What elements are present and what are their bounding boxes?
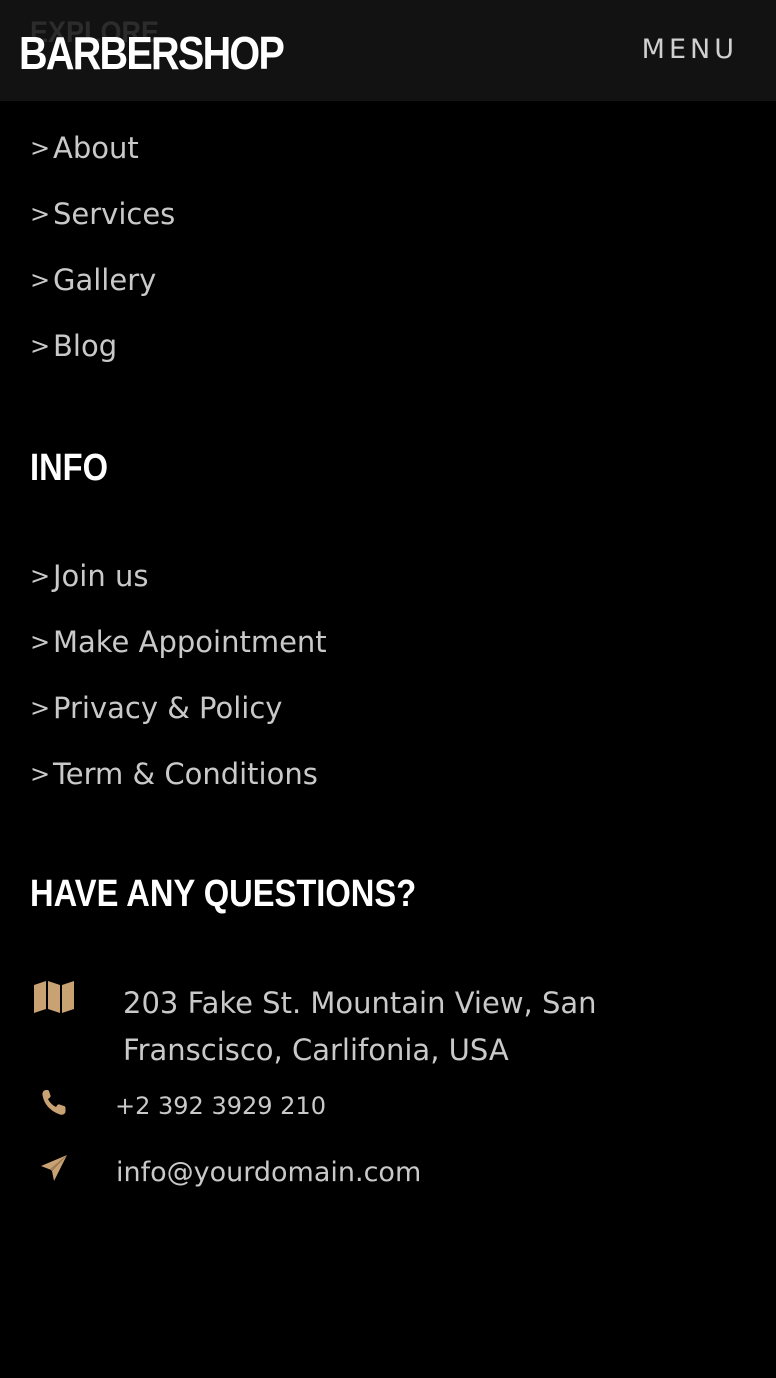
info-link-make-appointment[interactable]: > Make Appointment <box>30 624 327 660</box>
info-link-join-us[interactable]: > Join us <box>30 558 148 594</box>
link-label: Join us <box>53 559 149 593</box>
link-label: Blog <box>53 329 118 363</box>
contact-email[interactable]: info@yourdomain.com <box>116 1154 421 1192</box>
list-item: > Make Appointment <box>30 624 327 690</box>
explore-link-services[interactable]: > Services <box>30 196 175 232</box>
link-label: Make Appointment <box>53 625 327 659</box>
link-label: Privacy & Policy <box>53 691 283 725</box>
link-label: About <box>53 131 139 165</box>
explore-link-blog[interactable]: > Blog <box>30 328 117 364</box>
menu-button[interactable]: MENU <box>642 32 738 68</box>
site-header: EXPLORE BARBERSHOP MENU <box>0 0 776 101</box>
list-item: > Privacy & Policy <box>30 690 327 756</box>
contact-phone[interactable]: +2 392 3929 210 <box>115 1088 326 1124</box>
link-label: Term & Conditions <box>53 757 318 791</box>
list-item: > Services <box>30 196 175 262</box>
contact-address: 203 Fake St. Mountain View, San Franscis… <box>123 986 597 1067</box>
list-item: > About <box>30 130 175 196</box>
contact-address-row: 203 Fake St. Mountain View, San Franscis… <box>30 980 643 1074</box>
map-icon <box>30 980 78 1014</box>
info-link-terms-conditions[interactable]: > Term & Conditions <box>30 756 318 792</box>
chevron-right-icon: > <box>30 562 51 590</box>
link-label: Gallery <box>53 263 157 297</box>
chevron-right-icon: > <box>30 628 51 656</box>
list-item: > Join us <box>30 558 327 624</box>
info-link-list: > Join us > Make Appointment > Privacy &… <box>30 558 327 822</box>
info-link-privacy-policy[interactable]: > Privacy & Policy <box>30 690 282 726</box>
contact-email-row: info@yourdomain.com <box>30 1154 421 1192</box>
info-heading: INFO <box>30 447 109 489</box>
chevron-right-icon: > <box>30 134 51 162</box>
link-label: Services <box>53 197 176 231</box>
contact-phone-row: +2 392 3929 210 <box>30 1088 326 1124</box>
list-item: > Blog <box>30 328 175 394</box>
chevron-right-icon: > <box>30 694 51 722</box>
brand-logo[interactable]: BARBERSHOP <box>19 28 285 78</box>
explore-link-about[interactable]: > About <box>30 130 139 166</box>
questions-heading: HAVE ANY QUESTIONS? <box>30 873 417 915</box>
chevron-right-icon: > <box>30 266 51 294</box>
chevron-right-icon: > <box>30 760 51 788</box>
phone-icon <box>30 1088 78 1116</box>
list-item: > Term & Conditions <box>30 756 327 822</box>
paper-plane-icon <box>30 1154 78 1182</box>
chevron-right-icon: > <box>30 332 51 360</box>
explore-link-gallery[interactable]: > Gallery <box>30 262 156 298</box>
chevron-right-icon: > <box>30 200 51 228</box>
list-item: > Gallery <box>30 262 175 328</box>
explore-link-list: > About > Services > Gallery > Blog <box>30 130 175 394</box>
